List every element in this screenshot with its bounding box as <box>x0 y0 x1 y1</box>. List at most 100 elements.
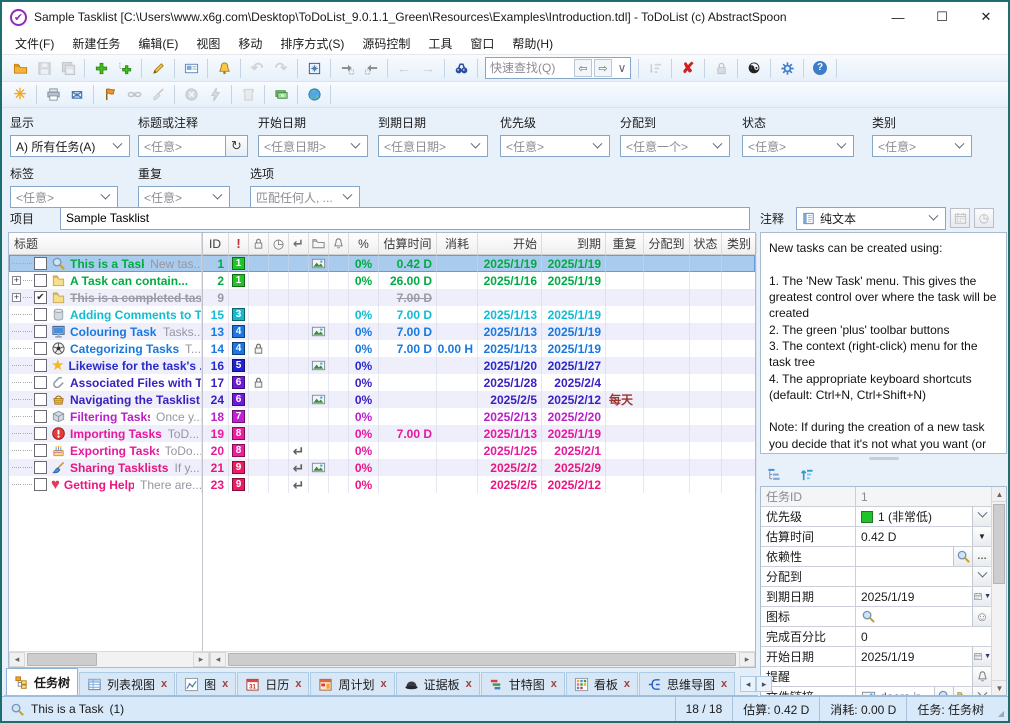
icon-picker-button[interactable]: ☺ <box>972 607 991 626</box>
scroll-left-icon[interactable]: ◂ <box>9 652 25 667</box>
task-checkbox[interactable]: ✔ <box>34 291 47 304</box>
column-header-alloc[interactable]: 分配到 <box>644 233 690 254</box>
comments-tool-button-1[interactable] <box>950 208 970 228</box>
filter-combo[interactable]: A) 所有任务(A) <box>10 135 130 157</box>
quick-find-input[interactable] <box>486 59 574 77</box>
help-button[interactable]: ? <box>808 57 832 80</box>
task-row[interactable]: ★ Likewise for the task's ... 16 5 0% 2025/1/… <box>9 357 757 374</box>
attribute-control[interactable]: ☺ <box>856 607 991 626</box>
task-checkbox[interactable] <box>34 427 47 440</box>
menu-item-6[interactable]: 排序方式(S) <box>271 32 353 54</box>
project-title-input[interactable] <box>60 206 750 230</box>
do-now-button[interactable] <box>203 83 227 106</box>
minimize-button[interactable]: — <box>876 2 920 32</box>
tab-close-icon[interactable]: x <box>551 678 557 690</box>
preferences-button[interactable] <box>775 57 799 80</box>
send-email-button[interactable]: ✉ <box>65 83 89 106</box>
reminder-button[interactable] <box>972 667 991 686</box>
scrollbar-thumb[interactable] <box>993 504 1005 584</box>
refresh-icon[interactable]: ↻ <box>225 136 247 156</box>
calendar-button[interactable]: ▼ <box>972 647 991 666</box>
menu-item-4[interactable]: 视图 <box>187 32 229 54</box>
comments-splitter[interactable] <box>760 454 1007 462</box>
task-comments[interactable]: New tasks can be created using: 1. The '… <box>760 232 1007 454</box>
tab-证据板[interactable]: 证据板 x <box>395 672 480 695</box>
redo-button[interactable]: ↷ <box>269 57 293 80</box>
find-tasks-button[interactable] <box>449 57 473 80</box>
attribute-control[interactable]: … <box>856 547 991 566</box>
attribute-control[interactable]: 0.42 D ▼ <box>856 527 991 546</box>
task-row[interactable]: + A Task can contain... 2 1 0% 26.00 D 2025/1/… <box>9 272 757 289</box>
custom-spur-button[interactable]: ✳ <box>8 83 32 106</box>
attribute-control[interactable]: 2025/1/19 ▼ <box>856 647 991 666</box>
toggle-sort-button[interactable] <box>643 57 667 80</box>
menu-item-1[interactable]: 文件(F) <box>6 32 63 54</box>
comments-format-combo[interactable]: 纯文本 <box>796 206 946 230</box>
tab-close-icon[interactable]: x <box>624 678 630 690</box>
menu-item-7[interactable]: 源码控制 <box>353 32 419 54</box>
column-header-repeat[interactable]: 重复 <box>606 233 644 254</box>
attribute-control[interactable]: doors.jr <box>856 687 991 695</box>
task-checkbox[interactable] <box>34 325 47 338</box>
task-row[interactable]: Colouring Tasks Tasks... 13 4 0% 7.00 D 2025/1… <box>9 323 757 340</box>
dropdown-button[interactable] <box>972 567 991 586</box>
scroll-right-icon[interactable]: ▸ <box>193 652 209 667</box>
group-by-button[interactable] <box>762 463 786 486</box>
filter-combo[interactable]: <任意日期> <box>258 135 368 157</box>
tab-周计划[interactable]: 周计划 x <box>310 672 395 695</box>
task-row[interactable]: Adding Comments to T... 15 3 0% 7.00 D 2025/1… <box>9 306 757 323</box>
column-header-recur[interactable]: ↵ <box>289 233 309 254</box>
toggle-theme-button[interactable]: ☯ <box>742 57 766 80</box>
column-header-category[interactable]: 类别 <box>722 233 757 254</box>
attribute-control[interactable]: 1 <box>856 487 991 506</box>
scroll-right-icon[interactable]: ▸ <box>739 652 755 667</box>
menu-item-2[interactable]: 新建任务 <box>63 32 129 54</box>
chevron-down-icon[interactable]: ∨ <box>614 61 630 75</box>
open-folder-button[interactable] <box>953 687 972 695</box>
attribute-vscrollbar[interactable]: ▲ ▼ <box>991 487 1006 695</box>
scroll-left-icon[interactable]: ◂ <box>210 652 226 667</box>
filter-combo[interactable]: <任意> <box>500 135 610 157</box>
tab-看板[interactable]: 看板 x <box>565 672 638 695</box>
scroll-down-icon[interactable]: ▼ <box>992 680 1006 695</box>
nav-forward-button[interactable]: → <box>416 57 440 80</box>
attribute-control[interactable]: 2025/1/19 ▼ <box>856 587 991 606</box>
search-button[interactable] <box>934 687 953 695</box>
open-folder-button[interactable] <box>8 57 32 80</box>
flag-task-button[interactable] <box>98 83 122 106</box>
column-header-due[interactable]: 到期 <box>542 233 606 254</box>
calendar-button[interactable]: ▼ <box>972 587 991 606</box>
task-checkbox[interactable] <box>34 274 47 287</box>
menu-item-10[interactable]: 帮助(H) <box>503 32 562 54</box>
attribute-control[interactable]: 0 <box>856 627 991 646</box>
tab-close-icon[interactable]: x <box>295 678 301 690</box>
attribute-control[interactable] <box>856 567 991 586</box>
expand-icon[interactable]: + <box>12 293 21 302</box>
column-header-pri[interactable]: ! <box>229 233 249 254</box>
task-row[interactable]: This is a Task New tas... 1 1 0% 0.42 D 2025/1… <box>9 255 757 272</box>
column-header-status[interactable]: 状态 <box>690 233 722 254</box>
move-task-left-button[interactable] <box>359 57 383 80</box>
task-row[interactable]: Navigating the Tasklist 24 6 0% 2025/2/5 2025… <box>9 391 757 408</box>
task-reference-button[interactable] <box>179 57 203 80</box>
task-checkbox[interactable] <box>34 257 47 270</box>
close-button[interactable]: ✕ <box>964 2 1008 32</box>
title-pane-hscrollbar[interactable]: ◂ ▸ <box>9 651 209 667</box>
task-checkbox[interactable] <box>34 376 47 389</box>
save-all-button[interactable] <box>56 57 80 80</box>
dropdown-button[interactable] <box>972 687 991 695</box>
task-row[interactable]: Importing Tasks ToD... 19 8 0% 7.00 D 2025/1/1… <box>9 425 757 442</box>
tab-日历[interactable]: 31 日历 x <box>237 672 310 695</box>
task-checkbox[interactable] <box>34 478 47 491</box>
task-row[interactable]: Exporting Tasks ToDo... 20 8 ↵ 0% 2025/1/25 202… <box>9 442 757 459</box>
task-checkbox[interactable] <box>34 393 47 406</box>
save-button[interactable] <box>32 57 56 80</box>
tab-close-icon[interactable]: x <box>721 678 727 690</box>
tab-列表视图[interactable]: 列表视图 x <box>79 672 176 695</box>
column-header-start[interactable]: 开始 <box>478 233 542 254</box>
new-subtask-button[interactable] <box>113 57 137 80</box>
maximize-button[interactable]: ☐ <box>920 2 964 32</box>
menu-item-9[interactable]: 窗口 <box>461 32 503 54</box>
task-row[interactable]: ♥ Getting Help There are... 23 9 ↵ 0% 2025/2/5 2… <box>9 476 757 493</box>
lock-tasklist-button[interactable] <box>709 57 733 80</box>
